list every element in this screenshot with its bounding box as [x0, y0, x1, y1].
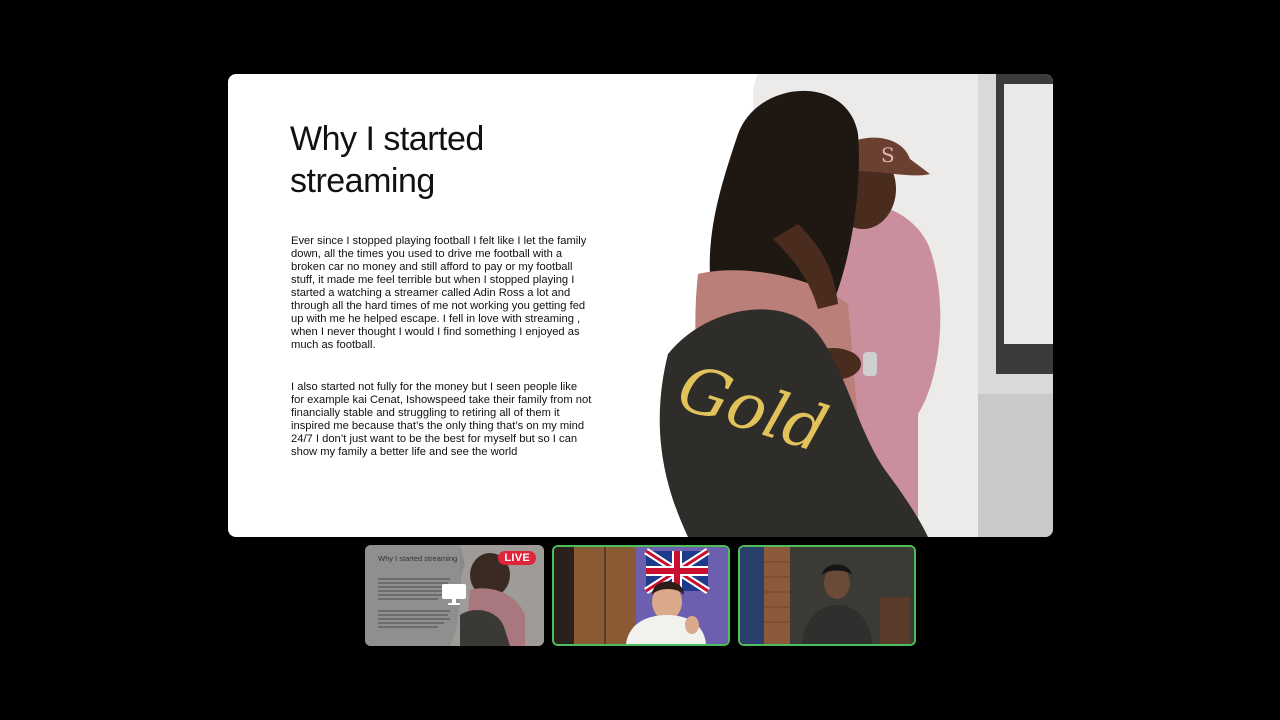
participant-strip: Why I started streaming LIVE	[365, 545, 917, 646]
tile-screen-share[interactable]: Why I started streaming LIVE	[365, 545, 544, 646]
hug-photo-illustration: S Gold	[648, 74, 1053, 537]
slide-title: Why I started streaming	[290, 120, 484, 200]
shared-slide: Why I started streaming Ever since I sto…	[228, 74, 1053, 537]
svg-text:S: S	[881, 143, 895, 167]
camera-1-feed	[554, 547, 728, 644]
live-badge: LIVE	[498, 551, 536, 565]
slide-paragraph-1: Ever since I stopped playing football I …	[291, 235, 587, 351]
slide-photo: S Gold	[648, 74, 1053, 537]
slide-paragraph-2: I also started not fully for the money b…	[291, 381, 592, 458]
thumbnail-slide-title: Why I started streaming	[378, 554, 458, 563]
tile-camera-2[interactable]	[738, 545, 916, 646]
screen-share-icon	[441, 583, 467, 607]
camera-2-feed	[740, 547, 914, 644]
tile-camera-1[interactable]	[552, 545, 730, 646]
